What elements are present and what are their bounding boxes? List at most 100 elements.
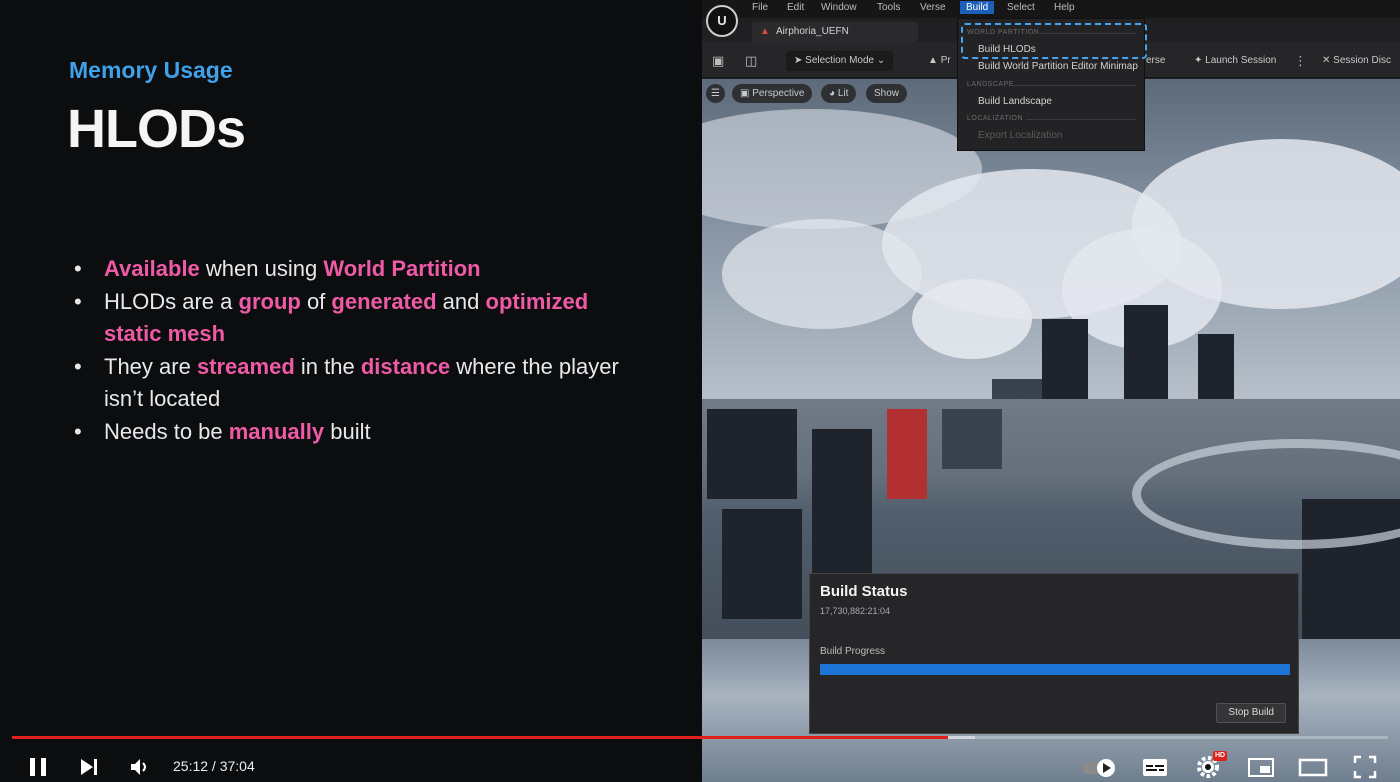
- highlighted-text: distance: [360, 353, 451, 379]
- project-button-label: Pr: [940, 55, 951, 66]
- more-options-icon[interactable]: ⋮: [1294, 53, 1307, 69]
- project-tab[interactable]: ▲ Airphoria_UEFN: [752, 22, 918, 42]
- slide-subtitle: Memory Usage: [69, 57, 233, 83]
- build-progress-fill: [820, 664, 1290, 675]
- hd-badge: HD: [1213, 751, 1228, 761]
- project-icon: ▲: [928, 55, 938, 66]
- launch-session-button[interactable]: ✦ Launch Session: [1186, 51, 1284, 71]
- bullet-item: Available when using World Partition: [74, 253, 634, 286]
- menu-build[interactable]: Build: [960, 1, 995, 14]
- section-divider: [1026, 119, 1136, 120]
- highlighted-text: generated: [331, 288, 437, 314]
- subtitles-icon[interactable]: [1140, 752, 1170, 782]
- bullet-text: when using: [199, 256, 324, 281]
- cloud: [912, 279, 1032, 359]
- landscape-section-header: LANDSCAPE: [967, 81, 1014, 88]
- highlighted-text: World Partition: [323, 256, 481, 281]
- menu-file[interactable]: File: [752, 2, 768, 13]
- perspective-label: Perspective: [752, 88, 805, 99]
- menu-tools[interactable]: Tools: [877, 2, 900, 13]
- highlighted-text: group: [238, 288, 301, 314]
- building: [1042, 319, 1088, 399]
- slide-title: HLODs: [67, 99, 246, 159]
- building: [992, 379, 1042, 399]
- lit-label: Lit: [837, 88, 849, 99]
- bullet-list: Available when using World PartitionHLOD…: [74, 253, 634, 448]
- save-icon[interactable]: ▣: [712, 53, 724, 69]
- build-progress-label: Build Progress: [820, 646, 886, 657]
- theater-mode-icon[interactable]: [1298, 752, 1328, 782]
- show-button[interactable]: Show: [866, 84, 908, 103]
- video-progress-bar[interactable]: [12, 736, 1388, 739]
- highlighted-text: streamed: [196, 353, 295, 379]
- volume-icon[interactable]: [124, 752, 154, 782]
- building: [707, 409, 797, 499]
- highlighted-text: Available: [104, 256, 200, 281]
- menu-bar: File Edit Window Tools Verse Build Selec…: [702, 0, 1400, 18]
- launch-session-label: Launch Session: [1205, 55, 1277, 66]
- disconnect-icon: ✕: [1322, 55, 1331, 66]
- next-video-icon[interactable]: [74, 752, 104, 782]
- build-status-timestamp: 17,730,882:21:04: [820, 606, 891, 616]
- progress-played: [12, 736, 948, 739]
- bullet-item: HLODs are a group of generated and optim…: [74, 286, 634, 351]
- autoplay-toggle-icon[interactable]: [1080, 752, 1120, 782]
- building: [812, 429, 872, 589]
- bullet-text: They are: [104, 353, 197, 379]
- bullet-item: They are streamed in the distance where …: [74, 351, 634, 416]
- fullscreen-icon[interactable]: [1350, 752, 1380, 782]
- menu-window[interactable]: Window: [821, 2, 857, 13]
- selection-mode-button[interactable]: ➤ Selection Mode ⌄: [786, 51, 894, 71]
- highlighted-text: manually: [228, 418, 325, 444]
- project-tab-label: Airphoria_UEFN: [776, 26, 849, 37]
- bullet-item: Needs to be manually built: [74, 416, 634, 449]
- cloud: [722, 219, 922, 329]
- building: [942, 409, 1002, 469]
- building: [1124, 305, 1168, 399]
- export-localization-menu-item[interactable]: Export Localization: [978, 130, 1063, 141]
- build-progress-bar: [820, 664, 1290, 675]
- session-disconnect-button[interactable]: ✕ Session Disc: [1314, 51, 1399, 71]
- menu-select[interactable]: Select: [1007, 2, 1035, 13]
- viewport-menu-icon[interactable]: ☰: [706, 84, 725, 103]
- chevron-down-icon: ⌄: [876, 55, 886, 66]
- perspective-button[interactable]: ▣ Perspective: [732, 84, 813, 103]
- editor-window: File Edit Window Tools Verse Build Selec…: [702, 0, 1400, 782]
- menu-help[interactable]: Help: [1054, 2, 1075, 13]
- build-minimap-menu-item[interactable]: Build World Partition Editor Minimap: [978, 61, 1138, 72]
- slide-panel: Memory Usage HLODs Available when using …: [0, 0, 702, 782]
- launch-icon: ✦: [1194, 55, 1203, 66]
- building: [722, 509, 802, 619]
- build-hlods-highlight: [961, 23, 1147, 59]
- bullet-text: built: [324, 418, 371, 444]
- building: [1198, 334, 1234, 399]
- section-divider: [1013, 85, 1136, 86]
- session-disconnect-label: Session Disc: [1333, 55, 1391, 66]
- lit-button[interactable]: ◕ Lit: [821, 84, 857, 103]
- stop-build-button[interactable]: Stop Build: [1216, 703, 1286, 723]
- menu-verse[interactable]: Verse: [920, 2, 946, 13]
- localization-section-header: LOCALIZATION: [967, 115, 1024, 122]
- bullet-text: Needs to be: [104, 418, 229, 444]
- selection-mode-label: Selection Mode: [805, 55, 875, 66]
- build-menu-dropdown: WORLD PARTITION Build HLODs Build World …: [957, 18, 1147, 151]
- building: [887, 409, 927, 499]
- bullet-text: in the: [294, 353, 361, 379]
- bullet-text: HLODs are a: [104, 288, 239, 314]
- build-status-dialog: Build Status 17,730,882:21:04 Build Prog…: [809, 573, 1299, 734]
- cursor-icon: ➤: [794, 55, 803, 66]
- bullet-text: of: [300, 288, 332, 314]
- level-icon: ▲: [760, 26, 770, 37]
- content-browser-icon[interactable]: ◫: [745, 53, 757, 69]
- miniplayer-icon[interactable]: [1246, 752, 1276, 782]
- build-status-title: Build Status: [820, 583, 908, 600]
- menu-edit[interactable]: Edit: [787, 2, 804, 13]
- build-landscape-menu-item[interactable]: Build Landscape: [978, 96, 1052, 107]
- level-viewport[interactable]: ☰ ▣ Perspective ◕ Lit Show Build Status …: [702, 79, 1400, 782]
- time-display: 25:12 / 37:04: [173, 758, 255, 774]
- unreal-logo-icon[interactable]: U: [706, 5, 738, 37]
- cube-icon: ▣: [740, 88, 750, 99]
- project-button[interactable]: ▲ Pr: [920, 51, 959, 71]
- lit-icon: ◕: [829, 88, 836, 99]
- pause-icon[interactable]: [24, 752, 54, 782]
